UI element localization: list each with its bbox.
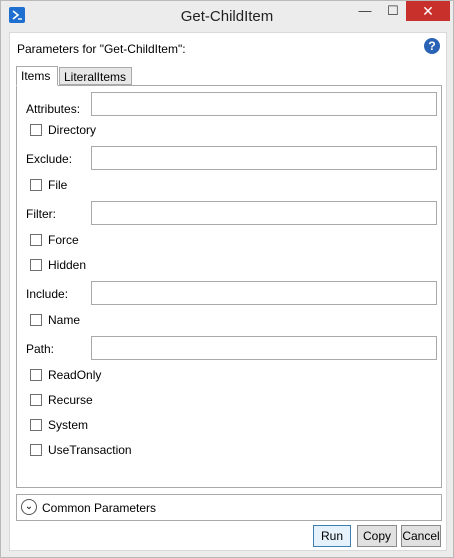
force-checkbox[interactable] <box>30 234 42 246</box>
dialog-window: Get-ChildItem — ☐ ✕ Parameters for "Get-… <box>0 0 454 558</box>
path-label: Path: <box>26 342 55 356</box>
usetransaction-checkbox[interactable] <box>30 444 42 456</box>
exclude-field[interactable] <box>91 146 437 170</box>
filter-field[interactable] <box>91 201 437 225</box>
usetransaction-label: UseTransaction <box>48 443 132 457</box>
minimize-button[interactable]: — <box>351 1 379 21</box>
maximize-button[interactable]: ☐ <box>379 1 407 21</box>
run-button[interactable]: Run <box>313 525 351 547</box>
chevron-down-icon[interactable]: ⌄ <box>21 499 37 515</box>
dialog-client-area: Parameters for "Get-ChildItem": ? Items … <box>9 32 447 551</box>
hidden-label: Hidden <box>48 258 87 272</box>
attributes-field[interactable] <box>91 92 437 116</box>
include-field[interactable] <box>91 281 437 305</box>
force-label: Force <box>48 233 79 247</box>
path-field[interactable] <box>91 336 437 360</box>
system-label: System <box>48 418 89 432</box>
tab-items[interactable]: Items <box>16 66 58 86</box>
filter-label: Filter: <box>26 207 56 221</box>
readonly-label: ReadOnly <box>48 368 102 382</box>
common-parameters-label: Common Parameters <box>42 501 157 515</box>
file-checkbox[interactable] <box>30 179 42 191</box>
exclude-label: Exclude: <box>26 152 73 166</box>
copy-button[interactable]: Copy <box>357 525 397 547</box>
directory-label: Directory <box>48 123 97 137</box>
recurse-checkbox[interactable] <box>30 394 42 406</box>
system-checkbox[interactable] <box>30 419 42 431</box>
file-label: File <box>48 178 68 192</box>
tab-literalitems[interactable]: LiteralItems <box>59 67 132 85</box>
title-bar[interactable]: Get-ChildItem — ☐ ✕ <box>1 1 453 32</box>
attributes-label: Attributes: <box>26 102 81 116</box>
name-label: Name <box>48 313 81 327</box>
common-parameters-expander[interactable]: ⌄ Common Parameters <box>16 494 442 521</box>
recurse-label: Recurse <box>48 393 93 407</box>
parameters-heading: Parameters for "Get-ChildItem": <box>17 42 186 56</box>
directory-checkbox[interactable] <box>30 124 42 136</box>
hidden-checkbox[interactable] <box>30 259 42 271</box>
cancel-button[interactable]: Cancel <box>401 525 441 547</box>
help-icon[interactable]: ? <box>424 38 440 54</box>
items-tab-panel: Attributes: Directory Exclude: File Filt… <box>16 85 442 488</box>
readonly-checkbox[interactable] <box>30 369 42 381</box>
close-button[interactable]: ✕ <box>406 1 450 21</box>
include-label: Include: <box>26 287 69 301</box>
name-checkbox[interactable] <box>30 314 42 326</box>
